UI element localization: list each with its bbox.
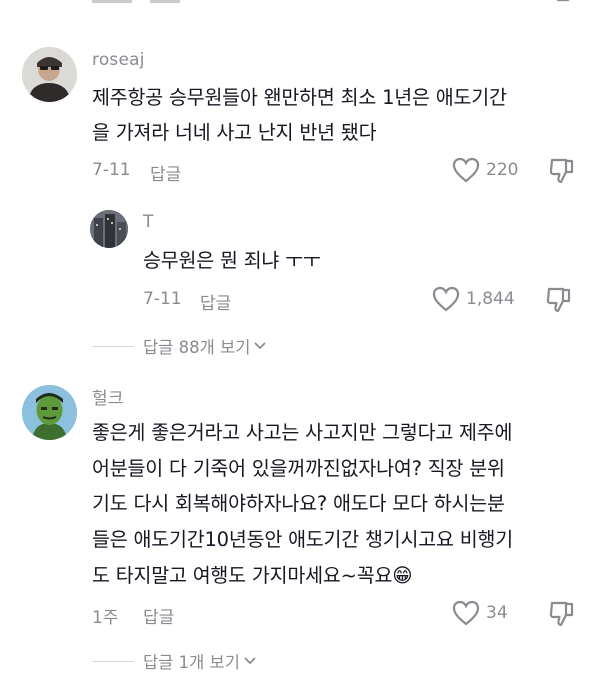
heart-outline-icon [452, 157, 480, 183]
cutoff-reply [150, 0, 180, 3]
thumbs-down-outline-icon[interactable] [548, 157, 576, 185]
thumbs-down-outline-icon[interactable] [548, 0, 578, 4]
reply-button[interactable]: 답글 [200, 289, 231, 314]
heart-outline-icon [432, 286, 460, 312]
cutoff-date [92, 0, 132, 3]
comment-username[interactable]: roseaj [92, 50, 145, 70]
user-photo-icon [22, 47, 77, 102]
view-more-replies-label: 답글 1개 보기 [143, 653, 240, 672]
thumbs-down-outline-icon[interactable] [548, 600, 576, 628]
previous-comment-meta-cutoff [0, 0, 600, 16]
like-count: 34 [486, 603, 508, 623]
reply-button[interactable]: 답글 [150, 160, 181, 185]
avatar[interactable] [22, 385, 77, 440]
comment-date: 1주 [92, 608, 119, 628]
heart-outline-icon[interactable] [455, 0, 485, 4]
avatar[interactable] [90, 210, 128, 248]
view-more-replies-label: 답글 88개 보기 [143, 338, 251, 357]
like-button[interactable]: 220 [452, 157, 518, 183]
thumbs-down-outline-icon[interactable] [545, 286, 573, 314]
like-count: 1,844 [466, 289, 515, 309]
chevron-down-icon [244, 657, 256, 665]
hulk-avatar-icon [22, 385, 77, 440]
like-button[interactable]: 34 [452, 600, 508, 626]
reply-button[interactable]: 답글 [143, 603, 174, 628]
like-count: 220 [486, 160, 519, 180]
comment-text-line: 들은 애도기간10년동안 애도기간 챙기시고요 비행기 [92, 528, 513, 551]
reply-text: 승무원은 뭔 죄냐 ㅜㅜ [143, 249, 321, 272]
reply-date: 7-11 [143, 289, 182, 309]
chevron-down-icon [254, 342, 267, 350]
comment-text-line: 을 가져라 너네 사고 난지 반년 됐다 [92, 121, 377, 144]
comment-text-line: 제주항공 승무원들아 왠만하면 최소 1년은 애도기간 [92, 86, 507, 109]
comment-text-line: 도 타지말고 여행도 가지마세요~꼭요😁 [92, 564, 413, 587]
more-replies-divider [92, 661, 134, 662]
reply-username[interactable]: T [143, 212, 154, 232]
heart-outline-icon [452, 600, 480, 626]
comment-text-line: 좋은게 좋은거라고 사고는 사고지만 그렇다고 제주에 [92, 421, 513, 444]
building-photo-icon [90, 210, 128, 248]
comment-text-line: 기도 다시 회복해야하자나요? 애도다 모다 하시는분 [92, 492, 505, 515]
comment-text-line: 어분들이 다 기죽어 있을꺼까진없자나여? 직장 분위 [92, 457, 505, 480]
comment-username[interactable]: 헐크 [92, 384, 124, 409]
avatar[interactable] [22, 47, 77, 102]
view-more-replies-button[interactable]: 답글 1개 보기 [143, 649, 257, 673]
view-more-replies-button[interactable]: 답글 88개 보기 [143, 334, 267, 358]
more-replies-divider [92, 346, 134, 347]
like-button[interactable]: 1,844 [432, 286, 515, 312]
comment-date: 7-11 [92, 160, 131, 180]
